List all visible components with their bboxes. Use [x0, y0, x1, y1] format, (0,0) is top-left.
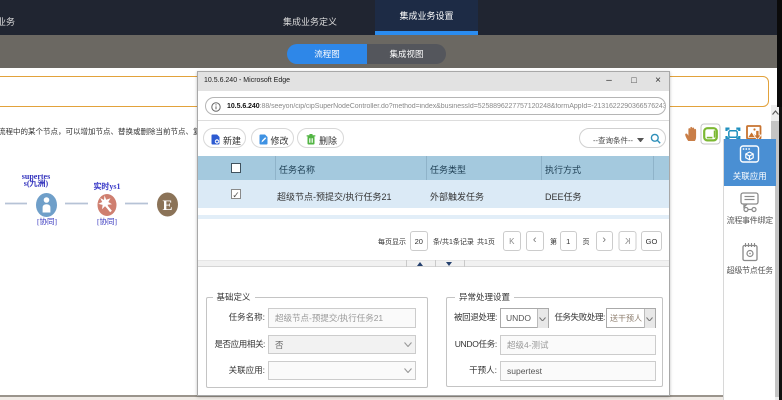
svg-text:E: E — [162, 198, 172, 214]
